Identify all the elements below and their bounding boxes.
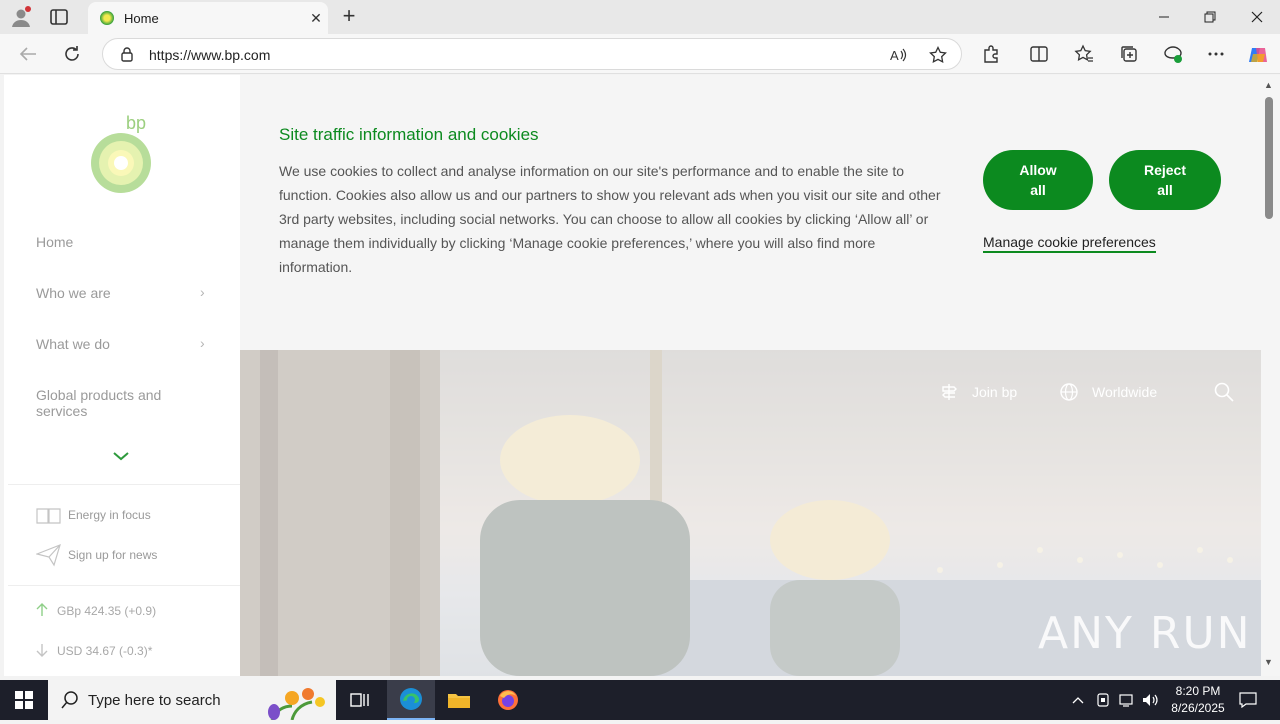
split-screen-icon[interactable]	[1029, 44, 1049, 64]
tab-close-icon[interactable]: ✕	[304, 10, 328, 27]
scrollbar-thumb[interactable]	[1265, 97, 1273, 219]
task-view-icon[interactable]	[336, 680, 384, 720]
search-placeholder: Type here to search	[88, 691, 221, 709]
chevron-right-icon[interactable]: ›	[200, 284, 205, 300]
divider	[8, 484, 240, 485]
divider	[8, 585, 240, 586]
allow-all-label-line2: all	[1030, 182, 1046, 198]
more-options-icon[interactable]	[1206, 44, 1226, 64]
svg-text:bp: bp	[126, 113, 146, 133]
clock-date: 8/26/2025	[1171, 701, 1225, 715]
cookie-body: We use cookies to collect and analyse in…	[279, 163, 941, 275]
allow-all-label-line1: Allow	[1019, 162, 1057, 178]
lock-icon[interactable]	[119, 46, 135, 62]
restore-button[interactable]	[1187, 0, 1233, 34]
manage-cookie-preferences-link[interactable]: Manage cookie preferences	[983, 234, 1156, 253]
main-content: Site traffic information and cookies We …	[240, 75, 1261, 676]
join-bp-link[interactable]: Join bp	[940, 383, 1017, 401]
send-icon	[35, 543, 62, 572]
nav-item-who-we-are[interactable]: Who we are	[36, 285, 216, 301]
windows-taskbar: Type here to search 8:20 PM 8/26/2025	[0, 680, 1280, 721]
tab-actions-icon[interactable]	[48, 8, 70, 26]
allow-all-button[interactable]: Allow all	[983, 150, 1093, 210]
sidebar: bp bp Home Who we are › What we do › Glo…	[4, 75, 240, 676]
energy-in-focus-link[interactable]: Energy in focus	[68, 508, 151, 522]
network-icon[interactable]	[1116, 680, 1138, 720]
reject-all-label-line1: Reject	[1143, 162, 1187, 178]
file-explorer-icon[interactable]	[435, 680, 483, 720]
scroll-up-icon[interactable]: ▲	[1264, 80, 1273, 90]
firefox-icon[interactable]	[484, 680, 532, 720]
worldwide-label: Worldwide	[1092, 384, 1158, 400]
search-highlight-flowers-icon	[262, 684, 332, 724]
search-icon	[60, 690, 80, 710]
search-icon[interactable]	[1214, 382, 1234, 407]
stock-gbp: GBp 424.35 (+0.9)	[57, 604, 157, 618]
favorite-star-icon[interactable]	[929, 45, 947, 64]
notifications-icon[interactable]	[1236, 680, 1260, 720]
volume-icon[interactable]	[1140, 680, 1162, 720]
scroll-down-icon[interactable]: ▼	[1264, 657, 1273, 667]
profile-icon[interactable]	[10, 6, 32, 28]
nav-item-what-we-do[interactable]: What we do	[36, 336, 216, 352]
cookie-banner: Site traffic information and cookies We …	[240, 75, 1261, 350]
chevron-down-icon[interactable]	[112, 449, 130, 467]
join-bp-label: Join bp	[972, 384, 1018, 400]
bp-favicon-icon	[100, 11, 114, 25]
worldwide-link[interactable]: Worldwide	[1060, 383, 1157, 401]
arrow-down-icon	[36, 643, 48, 662]
browser-tab-bar: Home ✕ +	[0, 0, 1280, 34]
windows-start-icon[interactable]	[0, 680, 48, 720]
close-window-button[interactable]	[1234, 0, 1280, 34]
hero-image: Join bp Worldwide ANY RUN	[240, 350, 1261, 676]
stock-usd: USD 34.67 (-0.3)*	[57, 644, 153, 658]
url-text[interactable]: https://www.bp.com	[149, 47, 270, 63]
back-button[interactable]	[15, 42, 41, 66]
cookie-title: Site traffic information and cookies	[279, 125, 539, 144]
nav-item-global-products[interactable]: Global products and services	[36, 387, 216, 419]
globe-icon	[1060, 383, 1078, 401]
favorites-icon[interactable]	[1074, 44, 1094, 64]
anyrun-watermark: ANY RUN	[1038, 608, 1252, 659]
browser-tab-home[interactable]: Home ✕	[88, 2, 328, 34]
browser-toolbar: https://www.bp.com A	[0, 34, 1280, 74]
clock-time: 8:20 PM	[1175, 684, 1221, 698]
tab-title: Home	[124, 10, 159, 26]
extensions-icon[interactable]	[981, 44, 1001, 64]
chevron-right-icon[interactable]: ›	[200, 335, 205, 351]
signpost-icon	[942, 384, 957, 400]
book-icon	[36, 507, 62, 530]
bp-logo[interactable]: bp bp	[88, 113, 158, 193]
vertical-scrollbar[interactable]: ▲ ▼	[1261, 75, 1280, 676]
web-page: bp bp Home Who we are › What we do › Glo…	[4, 75, 1261, 676]
svg-text:A: A	[890, 48, 899, 63]
reject-all-button[interactable]: Reject all	[1109, 150, 1221, 210]
browser-essentials-icon[interactable]	[1163, 44, 1183, 64]
taskbar-search-box[interactable]: Type here to search	[48, 680, 336, 721]
reject-all-label-line2: all	[1157, 182, 1173, 198]
new-tab-button[interactable]: +	[338, 5, 360, 27]
read-aloud-icon[interactable]: A	[889, 46, 907, 64]
refresh-button[interactable]	[59, 42, 85, 66]
collections-icon[interactable]	[1119, 44, 1139, 64]
nav-item-home[interactable]: Home	[36, 234, 216, 250]
sign-up-news-link[interactable]: Sign up for news	[68, 548, 157, 562]
taskbar-clock[interactable]: 8:20 PM 8/26/2025	[1160, 683, 1236, 717]
edge-taskbar-icon[interactable]	[387, 680, 435, 720]
minimize-button[interactable]	[1141, 0, 1187, 34]
arrow-up-icon	[36, 603, 48, 622]
device-icon[interactable]	[1092, 680, 1114, 720]
address-bar[interactable]: https://www.bp.com A	[102, 38, 962, 70]
show-hidden-icons-icon[interactable]	[1068, 680, 1088, 720]
copilot-icon[interactable]	[1247, 44, 1267, 64]
